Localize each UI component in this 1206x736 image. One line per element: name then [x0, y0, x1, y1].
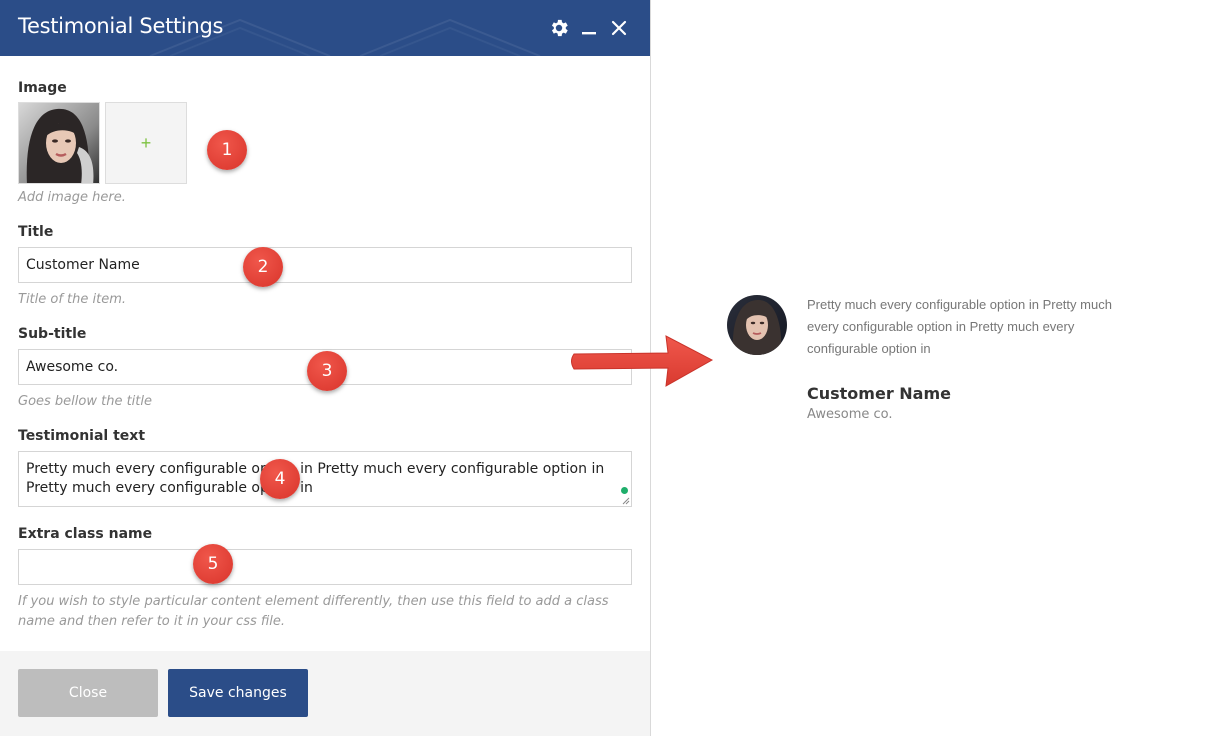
minimize-button[interactable]: [577, 16, 601, 40]
callout-5: 5: [193, 544, 233, 584]
title-input[interactable]: Customer Name: [18, 247, 632, 283]
extra-class-input[interactable]: [18, 549, 632, 585]
testimonial-label: Testimonial text: [18, 428, 146, 444]
add-image-button[interactable]: +: [105, 102, 187, 184]
arrow-right-icon: [571, 335, 714, 387]
close-icon: [611, 20, 627, 36]
image-hint: Add image here.: [18, 190, 126, 205]
preview-company: Awesome co.: [807, 407, 893, 422]
extra-class-label: Extra class name: [18, 526, 153, 542]
callout-4: 4: [260, 459, 300, 499]
title-label: Title: [18, 224, 54, 240]
portrait-image: [727, 295, 787, 355]
resize-handle-icon[interactable]: [622, 497, 630, 505]
dialog-header[interactable]: Testimonial Settings: [0, 0, 650, 56]
gear-icon: [551, 19, 568, 37]
save-changes-button[interactable]: Save changes: [168, 669, 308, 717]
testimonial-textarea[interactable]: Pretty much every configurable option in…: [18, 451, 632, 507]
callout-1: 1: [207, 130, 247, 170]
preview-customer-name: Customer Name: [807, 384, 951, 403]
plus-icon: +: [140, 132, 152, 153]
subtitle-label: Sub-title: [18, 326, 87, 342]
callout-2: 2: [243, 247, 283, 287]
callout-3: 3: [307, 351, 347, 391]
title-hint: Title of the item.: [18, 292, 127, 307]
subtitle-hint: Goes bellow the title: [18, 394, 153, 409]
grammar-check-indicator[interactable]: [621, 487, 628, 494]
close-dialog-button[interactable]: [607, 16, 631, 40]
portrait-image: [19, 103, 99, 183]
dialog-footer: Close Save changes: [0, 651, 650, 736]
close-button[interactable]: Close: [18, 669, 158, 717]
image-thumbnail[interactable]: [18, 102, 100, 184]
testimonial-text: Pretty much every configurable option in…: [26, 461, 605, 496]
minimize-icon: [582, 32, 596, 35]
preview-avatar: [727, 295, 787, 355]
extra-class-hint: If you wish to style particular content …: [18, 594, 609, 629]
image-label: Image: [18, 80, 67, 96]
settings-button[interactable]: [547, 16, 571, 40]
preview-testimonial-text: Pretty much every configurable option in…: [807, 297, 1112, 356]
dialog-title: Testimonial Settings: [18, 14, 224, 38]
